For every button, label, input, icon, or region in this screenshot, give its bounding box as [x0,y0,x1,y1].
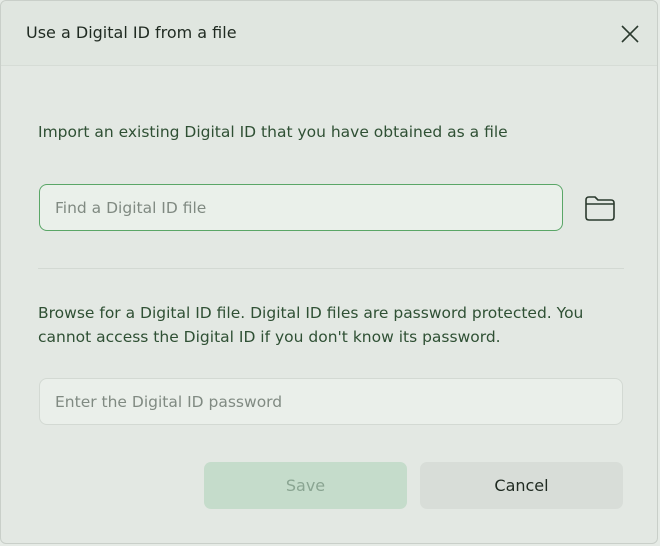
browse-file-button[interactable] [581,191,619,225]
dialog-title: Use a Digital ID from a file [26,23,237,42]
cancel-button[interactable]: Cancel [420,462,623,509]
dialog-title-bar: Use a Digital ID from a file [1,1,657,66]
section-divider [38,268,624,269]
close-icon [621,25,639,43]
browse-description: Browse for a Digital ID file. Digital ID… [38,304,584,346]
close-button[interactable] [613,17,647,51]
digital-id-file-input[interactable] [39,184,563,231]
password-input[interactable] [39,378,623,425]
save-button[interactable]: Save [204,462,407,509]
digital-id-dialog: Use a Digital ID from a file Import an e… [0,0,658,544]
import-description: Import an existing Digital ID that you h… [38,123,508,141]
folder-icon [585,196,615,221]
